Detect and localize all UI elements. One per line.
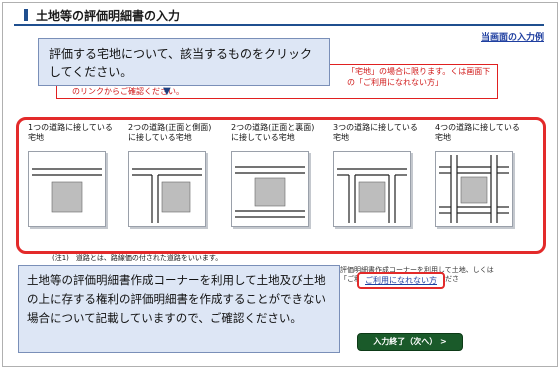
down-arrow-icon: ▼ — [163, 86, 171, 97]
one-road-lot-icon[interactable] — [28, 151, 106, 227]
option-label: 4つの道路に接している宅地 — [435, 123, 520, 142]
notice-text-right: 「宅地」の場合に限ります。くは画面下の「ご利用になれない方」 — [347, 67, 491, 87]
input-example-link[interactable]: 当画面の入力例 — [481, 30, 544, 43]
front-back-roads-lot-icon[interactable] — [231, 151, 309, 227]
road-footnote: (注1) 道路とは、路線価の付された道路をいいます。 — [52, 254, 223, 262]
lot-option-front-side[interactable]: 2つの道路(正面と側面)に接している宅地 — [128, 123, 216, 227]
option-label: 3つの道路に接している宅地 — [333, 123, 418, 142]
ineligible-users-link[interactable]: ご利用になれない方 — [357, 272, 445, 289]
finish-input-next-button[interactable]: 入力終了（次へ） > — [357, 333, 463, 351]
instruction-callout-text: 評価する宅地について、該当するものをクリックしてください。 — [49, 47, 313, 79]
instruction-callout: 評価する宅地について、該当するものをクリックしてください。 — [38, 38, 330, 86]
page-title: 土地等の評価明細書の入力 — [36, 9, 181, 23]
title-bar: 土地等の評価明細書の入力 — [14, 4, 544, 26]
lot-option-front-back[interactable]: 2つの道路(正面と裏面)に接している宅地 — [231, 123, 319, 227]
front-side-roads-lot-icon[interactable] — [128, 151, 206, 227]
option-label: 1つの道路に接している宅地 — [28, 123, 113, 142]
three-roads-lot-icon[interactable] — [333, 151, 411, 227]
option-label: 2つの道路(正面と裏面)に接している宅地 — [231, 123, 315, 142]
lot-option-three-roads[interactable]: 3つの道路に接している宅地 — [333, 123, 421, 227]
lot-option-one-road[interactable]: 1つの道路に接している宅地 — [28, 123, 116, 227]
title-marker — [24, 9, 28, 21]
eligibility-callout: 土地等の評価明細書作成コーナーを利用して土地及び土地の上に存する権利の評価明細書… — [18, 265, 340, 353]
option-label: 2つの道路(正面と側面)に接している宅地 — [128, 123, 212, 142]
eligibility-callout-text: 土地等の評価明細書作成コーナーを利用して土地及び土地の上に存する権利の評価明細書… — [27, 273, 326, 325]
lot-option-four-roads[interactable]: 4つの道路に接している宅地 — [435, 123, 523, 227]
four-roads-lot-icon[interactable] — [435, 151, 513, 227]
